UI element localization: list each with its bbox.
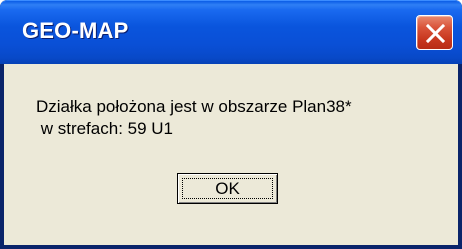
ok-button[interactable]: OK bbox=[177, 173, 278, 204]
message-dialog: GEO-MAP Działka położona jest w obszarze… bbox=[0, 0, 462, 249]
window-title: GEO-MAP bbox=[22, 18, 129, 43]
ok-button-label: OK bbox=[215, 178, 240, 198]
message-text: Działka położona jest w obszarze Plan38*… bbox=[36, 96, 352, 140]
dialog-body: Działka położona jest w obszarze Plan38*… bbox=[4, 64, 458, 245]
title-bar[interactable]: GEO-MAP bbox=[0, 0, 462, 64]
close-button[interactable] bbox=[416, 15, 453, 50]
message-line-2: w strefach: 59 U1 bbox=[36, 119, 174, 138]
close-icon bbox=[425, 23, 446, 44]
message-line-1: Działka położona jest w obszarze Plan38* bbox=[36, 97, 352, 116]
